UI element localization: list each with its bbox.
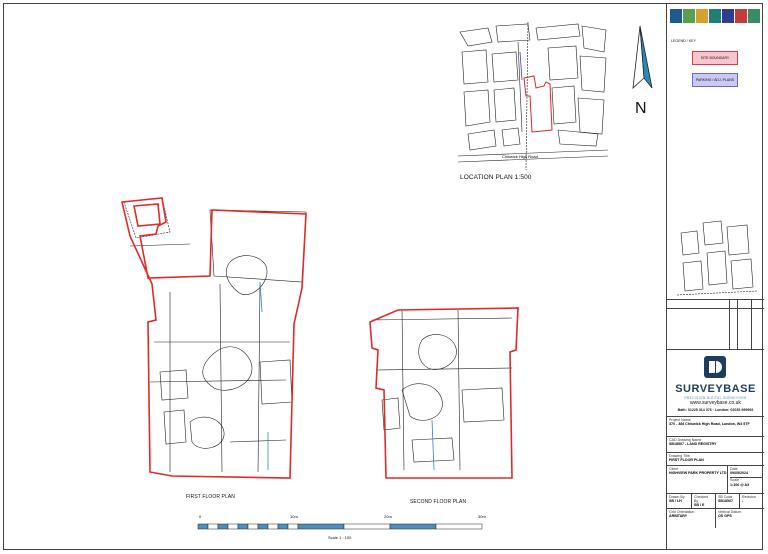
accreditation-logos [670,9,760,23]
project-name-cell: Project Name 370 - 384 Chiswick High Roa… [667,416,764,436]
company-block: SURVEYBASE PRECISION DIGITAL SURVEYORS w… [667,349,764,416]
svg-text:Chiswick High Road: Chiswick High Road [502,154,538,159]
scale-caption: Scale 1 : 100 [328,535,352,540]
grid-orientation: ARBITARY [669,514,688,519]
datum-cell: Grid Orientation ARBITARY Vertical Datum… [667,508,764,528]
drawn-by: SB / LH [669,499,682,504]
second-floor-plan-label: SECOND FLOOR PLAN [410,499,467,505]
key-plan-map [676,220,758,296]
job-code: SB18507 [718,499,733,504]
accreditation-logo-3 [696,9,708,23]
scale-tick-20m: 20m [384,514,392,519]
scale-value: 1:100 @ A3 [730,482,750,487]
legend-site-boundary-label: SITE BOUNDARY [700,56,730,60]
drawing-title: FIRST FLOOR PLAN [669,458,704,463]
legend-heading: LEGEND / KEY [671,39,696,43]
accreditation-logo-7 [748,9,760,23]
first-floor-plan-label: FIRST FLOOR PLAN [186,494,236,500]
accreditation-logo-5 [722,9,734,23]
legend-site-boundary: SITE BOUNDARY [692,51,738,65]
scale-bar-segment [389,523,437,530]
scale-tick-30m: 30m [478,514,486,519]
revision-table [667,299,764,349]
scale-bar-segment [227,523,239,530]
scale-tick-10m: 10m [290,514,298,519]
scale-tick-0: 0 [199,514,202,519]
north-label: N [635,100,647,117]
accreditation-logo-1 [670,9,682,23]
scale-bar-segment [217,523,229,530]
accreditation-logo-2 [683,9,695,23]
location-plan-label: LOCATION PLAN 1:500 [460,174,532,181]
scale-bar-segment [277,523,289,530]
first-floor-plan [121,197,307,479]
drawing-title-cell: Drawing Title FIRST FLOOR PLAN [667,452,764,465]
scale-bar-segment [247,523,259,530]
scale-bar [197,523,483,530]
scale-bar-segment [207,523,219,530]
scale-bar-segment [257,523,269,530]
legend-adjacent: PARKING / ADJ. PLANS [692,73,738,87]
cad-drawing-name: SB18507 - LAND REGISTRY [669,442,717,447]
second-floor-plan [369,307,519,479]
client-cell: Client HIGHVIEW PARK PROPERTY LTD Date 0… [667,465,764,493]
project-name: 370 - 384 Chiswick High Road, London, W4… [669,422,750,427]
scale-bar-segment [237,523,249,530]
accreditation-logo-6 [735,9,747,23]
company-contact: Bath: 01225 314 376 · London: 02035 9999… [677,408,754,412]
scale-bar-segment [197,523,209,530]
checked-by-label: Checked By [694,495,709,504]
scale-bar-segment [297,523,345,530]
drawn-checked-cell: Drawn By SB / LH Checked By SB / E SB Co… [667,493,764,508]
scale-bar-segment [435,523,483,530]
client-name: HIGHVIEW PARK PROPERTY LTD [669,471,727,476]
scale-bar-segment [267,523,279,530]
revision-value: - [742,499,744,504]
checked-by: SB / E [694,503,705,508]
accreditation-logo-4 [709,9,721,23]
legend-adjacent-label: PARKING / ADJ. PLANS [695,78,735,82]
cad-drawing-name-cell: CAD Drawing Name SB18507 - LAND REGISTRY [667,436,764,452]
title-block: LEGEND / KEY SITE BOUNDARY PARKING / ADJ… [666,3,764,550]
scale-bar-segment [343,523,391,530]
scale-bar-segment [287,523,299,530]
surveybase-logo-icon [704,356,726,378]
location-plan-map: Chiswick High Road [457,21,609,171]
vertical-datum: OS GPS [718,514,732,519]
north-arrow-icon [632,25,653,90]
company-website: www.surveybase.co.uk [690,400,741,406]
company-name: SURVEYBASE [675,383,756,395]
date-value: 09/05/2024 [730,471,748,476]
